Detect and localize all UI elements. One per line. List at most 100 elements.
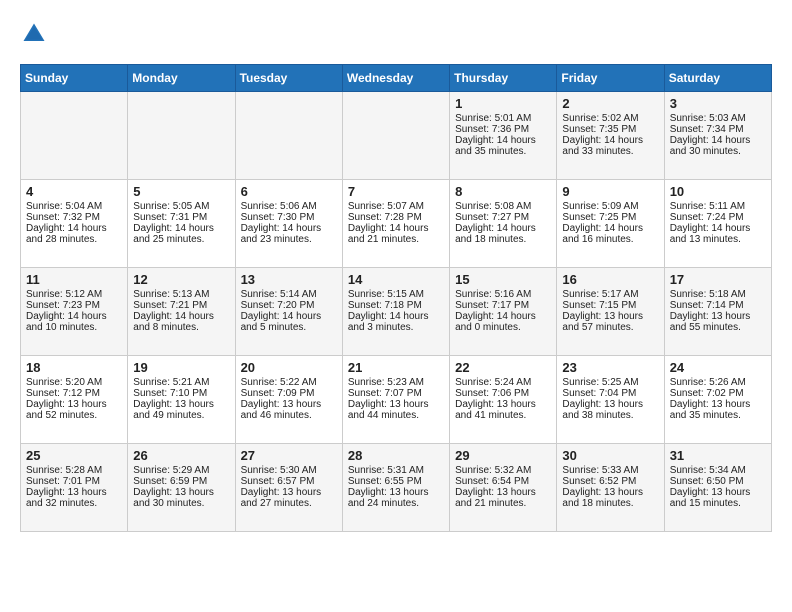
calendar-cell: 16Sunrise: 5:17 AMSunset: 7:15 PMDayligh…: [557, 268, 664, 356]
day-info: Sunrise: 5:01 AM: [455, 113, 551, 124]
day-number: 30: [562, 448, 658, 463]
day-info: Sunset: 6:55 PM: [348, 476, 444, 487]
calendar-cell: [21, 92, 128, 180]
day-info: Sunrise: 5:13 AM: [133, 289, 229, 300]
calendar-cell: 7Sunrise: 5:07 AMSunset: 7:28 PMDaylight…: [342, 180, 449, 268]
day-info: Sunset: 7:20 PM: [241, 300, 337, 311]
calendar-cell: 27Sunrise: 5:30 AMSunset: 6:57 PMDayligh…: [235, 444, 342, 532]
day-info: Sunset: 6:54 PM: [455, 476, 551, 487]
day-number: 25: [26, 448, 122, 463]
day-info: Sunset: 7:04 PM: [562, 388, 658, 399]
day-info: Sunset: 7:23 PM: [26, 300, 122, 311]
day-info: Sunrise: 5:30 AM: [241, 465, 337, 476]
header-row: SundayMondayTuesdayWednesdayThursdayFrid…: [21, 65, 772, 92]
day-info: Daylight: 13 hours: [562, 487, 658, 498]
day-info: Sunset: 7:07 PM: [348, 388, 444, 399]
day-header-saturday: Saturday: [664, 65, 771, 92]
day-number: 4: [26, 184, 122, 199]
day-info: Sunrise: 5:03 AM: [670, 113, 766, 124]
day-info: Sunrise: 5:11 AM: [670, 201, 766, 212]
calendar-cell: [235, 92, 342, 180]
day-header-thursday: Thursday: [450, 65, 557, 92]
day-info: and 55 minutes.: [670, 322, 766, 333]
day-number: 26: [133, 448, 229, 463]
day-info: Sunrise: 5:06 AM: [241, 201, 337, 212]
day-info: Sunrise: 5:33 AM: [562, 465, 658, 476]
day-info: Sunrise: 5:20 AM: [26, 377, 122, 388]
day-header-wednesday: Wednesday: [342, 65, 449, 92]
day-info: and 57 minutes.: [562, 322, 658, 333]
day-number: 21: [348, 360, 444, 375]
day-info: Sunrise: 5:32 AM: [455, 465, 551, 476]
calendar-cell: 26Sunrise: 5:29 AMSunset: 6:59 PMDayligh…: [128, 444, 235, 532]
day-info: and 21 minutes.: [348, 234, 444, 245]
day-info: Sunset: 7:14 PM: [670, 300, 766, 311]
calendar-cell: 22Sunrise: 5:24 AMSunset: 7:06 PMDayligh…: [450, 356, 557, 444]
day-number: 27: [241, 448, 337, 463]
day-info: and 5 minutes.: [241, 322, 337, 333]
day-info: Daylight: 13 hours: [348, 487, 444, 498]
calendar-cell: 5Sunrise: 5:05 AMSunset: 7:31 PMDaylight…: [128, 180, 235, 268]
day-info: Sunrise: 5:04 AM: [26, 201, 122, 212]
day-number: 12: [133, 272, 229, 287]
day-info: Sunrise: 5:09 AM: [562, 201, 658, 212]
day-info: Sunrise: 5:22 AM: [241, 377, 337, 388]
day-info: Sunrise: 5:08 AM: [455, 201, 551, 212]
day-info: Sunset: 7:30 PM: [241, 212, 337, 223]
day-info: Sunrise: 5:14 AM: [241, 289, 337, 300]
day-info: Sunset: 7:18 PM: [348, 300, 444, 311]
day-number: 20: [241, 360, 337, 375]
day-info: and 3 minutes.: [348, 322, 444, 333]
day-info: and 52 minutes.: [26, 410, 122, 421]
calendar-cell: 12Sunrise: 5:13 AMSunset: 7:21 PMDayligh…: [128, 268, 235, 356]
day-number: 15: [455, 272, 551, 287]
logo: [20, 20, 52, 48]
day-number: 29: [455, 448, 551, 463]
calendar-cell: 19Sunrise: 5:21 AMSunset: 7:10 PMDayligh…: [128, 356, 235, 444]
day-info: Sunset: 7:15 PM: [562, 300, 658, 311]
day-info: Daylight: 13 hours: [26, 487, 122, 498]
day-info: and 24 minutes.: [348, 498, 444, 509]
day-info: Sunrise: 5:28 AM: [26, 465, 122, 476]
day-info: Daylight: 14 hours: [455, 135, 551, 146]
calendar-cell: 11Sunrise: 5:12 AMSunset: 7:23 PMDayligh…: [21, 268, 128, 356]
calendar-cell: 29Sunrise: 5:32 AMSunset: 6:54 PMDayligh…: [450, 444, 557, 532]
day-info: and 46 minutes.: [241, 410, 337, 421]
day-info: Daylight: 13 hours: [26, 399, 122, 410]
day-info: Sunset: 7:09 PM: [241, 388, 337, 399]
calendar-cell: 3Sunrise: 5:03 AMSunset: 7:34 PMDaylight…: [664, 92, 771, 180]
day-info: and 18 minutes.: [562, 498, 658, 509]
day-info: Sunset: 7:17 PM: [455, 300, 551, 311]
calendar-cell: 14Sunrise: 5:15 AMSunset: 7:18 PMDayligh…: [342, 268, 449, 356]
day-info: Sunrise: 5:23 AM: [348, 377, 444, 388]
day-number: 31: [670, 448, 766, 463]
day-info: Sunrise: 5:31 AM: [348, 465, 444, 476]
day-info: and 38 minutes.: [562, 410, 658, 421]
day-info: and 49 minutes.: [133, 410, 229, 421]
day-info: Sunset: 7:36 PM: [455, 124, 551, 135]
day-number: 17: [670, 272, 766, 287]
day-number: 2: [562, 96, 658, 111]
day-info: Sunset: 6:52 PM: [562, 476, 658, 487]
day-number: 1: [455, 96, 551, 111]
calendar-cell: 25Sunrise: 5:28 AMSunset: 7:01 PMDayligh…: [21, 444, 128, 532]
day-info: Sunrise: 5:17 AM: [562, 289, 658, 300]
week-row-2: 4Sunrise: 5:04 AMSunset: 7:32 PMDaylight…: [21, 180, 772, 268]
day-info: Sunrise: 5:16 AM: [455, 289, 551, 300]
day-info: Sunset: 7:35 PM: [562, 124, 658, 135]
day-info: Sunset: 7:34 PM: [670, 124, 766, 135]
calendar-cell: 24Sunrise: 5:26 AMSunset: 7:02 PMDayligh…: [664, 356, 771, 444]
day-info: Daylight: 13 hours: [562, 399, 658, 410]
day-info: and 8 minutes.: [133, 322, 229, 333]
day-info: and 0 minutes.: [455, 322, 551, 333]
day-header-tuesday: Tuesday: [235, 65, 342, 92]
calendar-cell: 9Sunrise: 5:09 AMSunset: 7:25 PMDaylight…: [557, 180, 664, 268]
day-info: and 35 minutes.: [670, 410, 766, 421]
day-info: Sunset: 7:02 PM: [670, 388, 766, 399]
day-number: 13: [241, 272, 337, 287]
day-info: and 30 minutes.: [670, 146, 766, 157]
day-info: and 16 minutes.: [562, 234, 658, 245]
day-info: Daylight: 14 hours: [348, 311, 444, 322]
day-info: Sunrise: 5:07 AM: [348, 201, 444, 212]
page-header: [20, 20, 772, 48]
